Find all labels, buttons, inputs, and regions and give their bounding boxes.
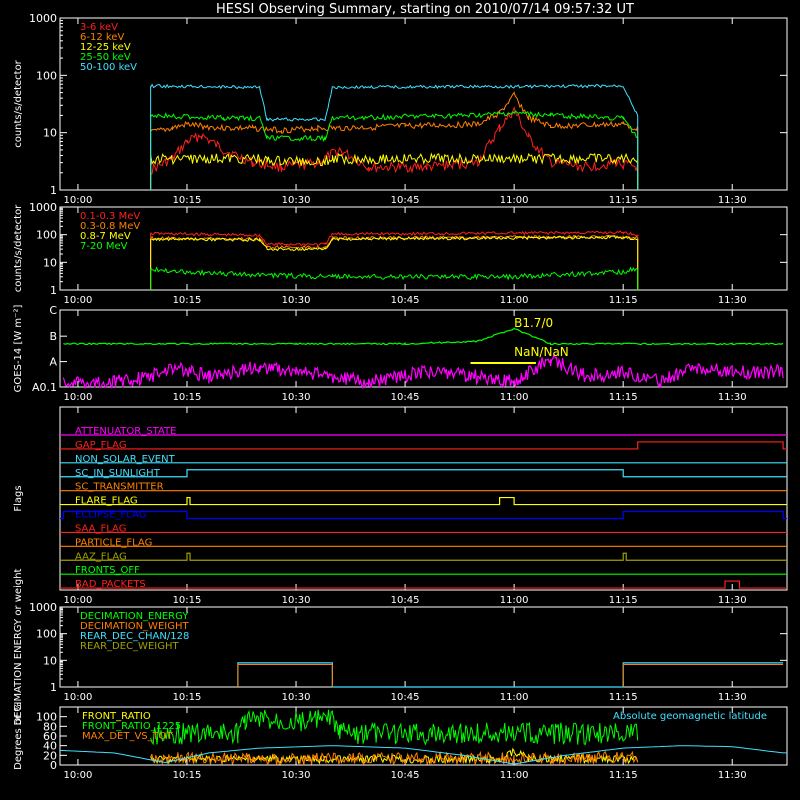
ratio-x-tick-label: 10:45 [391,770,420,781]
goes-x-tick-label: 10:00 [64,392,93,403]
goes-x-tick-label: 11:00 [500,392,529,403]
decimation-x-tick-label: 10:45 [391,692,420,703]
gamma-y-tick-label: 10 [43,256,57,269]
goes-x-tick-label: 11:30 [718,392,747,403]
goes-y-tick-label: C [49,304,57,317]
xray-y-tick-label: 1 [50,184,57,197]
xray-x-tick-label: 11:30 [718,195,747,206]
gamma-x-tick-label: 10:00 [64,295,93,306]
gamma-x-tick-label: 11:15 [609,295,638,306]
decimation-x-tick-label: 11:30 [718,692,747,703]
ratio-x-tick-label: 10:00 [64,770,93,781]
xray-y-tick-label: 10 [43,127,57,140]
ratio-x-tick-label: 11:30 [718,770,747,781]
flags-x-tick-label: 10:45 [391,595,420,606]
flags-x-tick-label: 10:30 [282,595,311,606]
ratio-x-tick-label: 10:30 [282,770,311,781]
decimation-x-tick-label: 11:15 [609,692,638,703]
flags-x-tick-label: 10:15 [173,595,202,606]
decimation-x-tick-label: 10:15 [173,692,202,703]
ratio-x-tick-label: 11:15 [609,770,638,781]
goes-x-tick-label: 10:30 [282,392,311,403]
gamma-x-tick-label: 10:45 [391,295,420,306]
goes-annotation-nan: NaN/NaN [514,345,569,359]
ratio-geomag-label: Absolute geomagnetic latitude [613,711,767,722]
figure-title: HESSI Observing Summary, starting on 201… [216,2,634,17]
flags-x-tick-label: 11:15 [609,595,638,606]
gamma-x-tick-label: 10:15 [173,295,202,306]
goes-y-tick-label: A [49,356,57,369]
xray-x-tick-label: 10:15 [173,195,202,206]
flags-y-label: Flags [13,485,24,511]
gamma-x-tick-label: 11:30 [718,295,747,306]
gamma-y-tick-label: 100 [36,229,57,242]
ratio-y-tick-label: 100 [36,711,57,724]
decimation-y-tick-label: 1 [50,681,57,694]
decimation-y-tick-label: 1000 [29,601,57,614]
decimation-x-tick-label: 10:00 [64,692,93,703]
gamma-y-label: counts/s/detector [13,204,24,292]
flags-x-tick-label: 10:00 [64,595,93,606]
xray-y-tick-label: 1000 [29,12,57,25]
ratio-legend-entry: MAX_DET_VS_TOT [82,731,174,742]
gamma-y-tick-label: 1 [50,284,57,297]
ratio-x-tick-label: 11:00 [500,770,529,781]
decimation-y-label: DECIMATION ENERGY or weight [13,568,24,725]
xray-y-label: counts/s/detector [13,59,24,147]
hessi-summary-figure: HESSI Observing Summary, starting on 201… [0,0,800,800]
goes-annotation-class: B1.7/0 [514,316,553,330]
decimation-legend-entry: REAR_DEC_WEIGHT [80,641,179,652]
gamma-x-tick-label: 11:00 [500,295,529,306]
goes-y-tick-label: A0.1 [32,381,57,394]
xray-x-tick-label: 11:00 [500,195,529,206]
decimation-x-tick-label: 11:00 [500,692,529,703]
goes-y-label: GOES-14 [W m⁻²] [13,305,24,393]
xray-x-tick-label: 10:45 [391,195,420,206]
xray-x-tick-label: 10:30 [282,195,311,206]
goes-y-tick-label: B [49,330,57,343]
flags-x-tick-label: 11:30 [718,595,747,606]
xray-x-tick-label: 11:15 [609,195,638,206]
flags-x-tick-label: 11:00 [500,595,529,606]
decimation-y-tick-label: 10 [43,654,57,667]
goes-x-tick-label: 10:15 [173,392,202,403]
gamma-y-tick-label: 1000 [29,201,57,214]
ratio-x-tick-label: 10:15 [173,770,202,781]
ratio-y-label: Degrees or % [13,702,24,770]
xray-x-tick-label: 10:00 [64,195,93,206]
gamma-legend-entry: 7-20 MeV [80,241,128,252]
gamma-x-tick-label: 10:30 [282,295,311,306]
xray-legend-entry: 50-100 keV [80,62,137,73]
decimation-y-tick-label: 100 [36,628,57,641]
xray-y-tick-label: 100 [36,69,57,82]
goes-x-tick-label: 11:15 [609,392,638,403]
goes-x-tick-label: 10:45 [391,392,420,403]
decimation-x-tick-label: 10:30 [282,692,311,703]
